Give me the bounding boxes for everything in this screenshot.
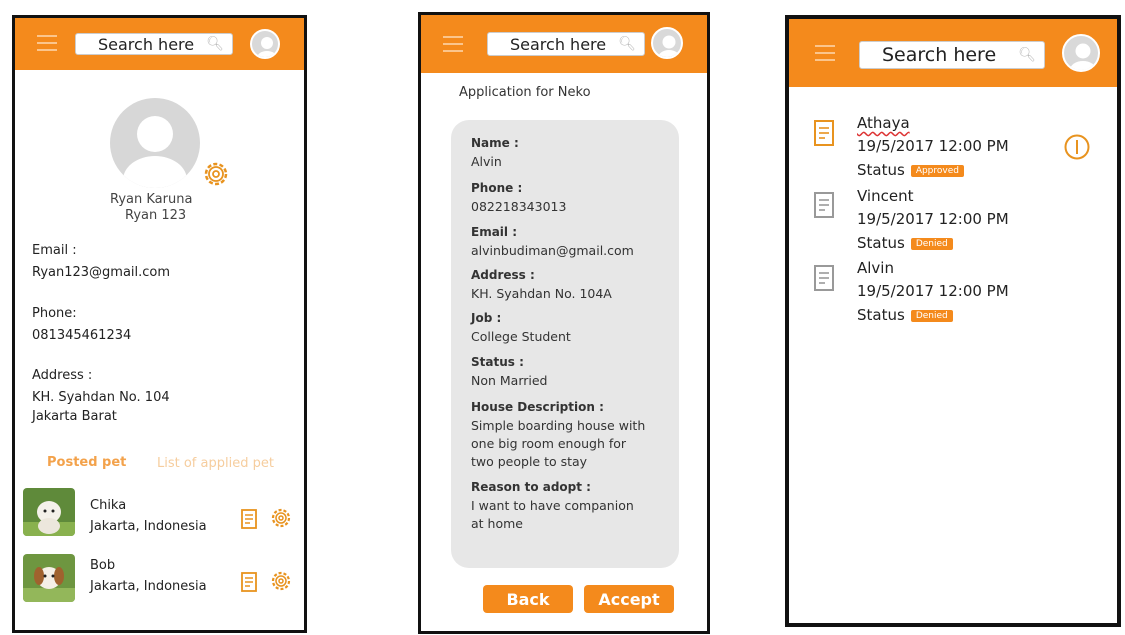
search-input[interactable]: Search here 🔍︎ (859, 41, 1045, 69)
status-label: Status (857, 234, 905, 252)
status-badge: Approved (910, 164, 964, 177)
status-label: Status (857, 306, 905, 324)
profile-avatar (110, 98, 200, 188)
email-value: alvinbudiman@gmail.com (471, 243, 634, 258)
search-input[interactable]: Search here 🔍︎ (487, 32, 645, 56)
top-bar: Search here 🔍︎ (15, 18, 304, 70)
reason-label: Reason to adopt : (471, 480, 591, 494)
status-value: Non Married (471, 373, 548, 388)
page-title: Application for Neko (459, 85, 591, 100)
address-label: Address : (471, 268, 535, 282)
pet-photo[interactable] (23, 488, 75, 536)
info-icon[interactable] (1063, 133, 1091, 161)
document-icon[interactable] (813, 191, 837, 221)
profile-name: Ryan Karuna (110, 192, 193, 207)
pet-name: Bob (90, 558, 116, 573)
applicant-name[interactable]: Athaya (857, 114, 910, 132)
phone-label: Phone : (471, 181, 523, 195)
document-icon[interactable] (240, 508, 260, 530)
search-placeholder: Search here (882, 44, 997, 66)
document-icon[interactable] (240, 571, 260, 593)
job-value: College Student (471, 329, 571, 344)
tab-posted-pet[interactable]: Posted pet (47, 455, 126, 470)
profile-username: Ryan 123 (125, 208, 187, 223)
house-line-1: Simple boarding house with (471, 418, 646, 433)
search-placeholder: Search here (510, 34, 607, 54)
menu-icon[interactable] (443, 36, 463, 57)
gear-icon[interactable] (270, 570, 292, 592)
applicant-name[interactable]: Vincent (857, 187, 913, 205)
address-line-1: KH. Syahdan No. 104 (32, 390, 170, 405)
address-line-2: Jakarta Barat (32, 409, 117, 424)
status-label: Status (857, 161, 905, 179)
top-bar: Search here 🔍︎ (789, 19, 1117, 87)
user-avatar-icon[interactable] (651, 27, 683, 59)
phone-label: Phone: (32, 306, 77, 321)
tab-applied-pet[interactable]: List of applied pet (157, 456, 274, 471)
search-input[interactable]: Search here 🔍︎ (75, 33, 233, 55)
application-card: Name : Alvin Phone : 082218343013 Email … (451, 120, 679, 568)
pet-name: Chika (90, 498, 127, 513)
address-value: KH. Syahdan No. 104A (471, 286, 612, 301)
house-label: House Description : (471, 400, 604, 414)
applicant-status: Status Denied (857, 306, 953, 324)
accept-button[interactable]: Accept (584, 585, 674, 613)
menu-icon[interactable] (815, 45, 835, 66)
menu-icon[interactable] (37, 35, 57, 56)
gear-icon[interactable] (200, 158, 232, 190)
gear-icon[interactable] (270, 507, 292, 529)
phone-value: 081345461234 (32, 328, 132, 343)
pet-location: Jakarta, Indonesia (90, 579, 207, 594)
search-icon[interactable]: 🔍︎ (206, 36, 224, 52)
applicants-screen: Search here 🔍︎ Athaya 19/5/2017 12:00 PM… (785, 15, 1121, 627)
applicant-date: 19/5/2017 12:00 PM (857, 137, 1009, 155)
status-badge: Denied (910, 309, 953, 322)
name-label: Name : (471, 136, 519, 150)
reason-line-2: at home (471, 516, 523, 531)
top-bar: Search here 🔍︎ (421, 15, 707, 73)
search-placeholder: Search here (98, 34, 195, 54)
user-avatar-icon[interactable] (1062, 34, 1100, 72)
application-screen: Search here 🔍︎ Application for Neko Name… (418, 12, 710, 634)
status-badge: Denied (910, 237, 953, 250)
user-avatar-icon[interactable] (250, 29, 280, 59)
email-label: Email : (471, 225, 518, 239)
profile-screen: Search here 🔍︎ Ryan Karuna Ryan 123 Emai… (12, 15, 307, 633)
back-button[interactable]: Back (483, 585, 573, 613)
name-value: Alvin (471, 154, 502, 169)
email-value: Ryan123@gmail.com (32, 265, 171, 280)
pet-photo[interactable] (23, 554, 75, 602)
house-line-2: one big room enough for (471, 436, 627, 451)
email-label: Email : (32, 243, 77, 258)
job-label: Job : (471, 311, 502, 325)
status-label: Status : (471, 355, 524, 369)
phone-value: 082218343013 (471, 199, 567, 214)
document-icon[interactable] (813, 264, 837, 294)
house-line-3: two people to stay (471, 454, 588, 469)
search-icon[interactable]: 🔍︎ (618, 36, 636, 52)
applicant-status: Status Denied (857, 234, 953, 252)
applicant-date: 19/5/2017 12:00 PM (857, 210, 1009, 228)
address-label: Address : (32, 368, 93, 383)
pet-location: Jakarta, Indonesia (90, 519, 207, 534)
applicant-name[interactable]: Alvin (857, 259, 894, 277)
applicant-date: 19/5/2017 12:00 PM (857, 282, 1009, 300)
search-icon[interactable]: 🔍︎ (1018, 47, 1036, 63)
document-icon[interactable] (813, 119, 837, 149)
applicant-status: Status Approved (857, 161, 964, 179)
reason-line-1: I want to have companion (471, 498, 634, 513)
